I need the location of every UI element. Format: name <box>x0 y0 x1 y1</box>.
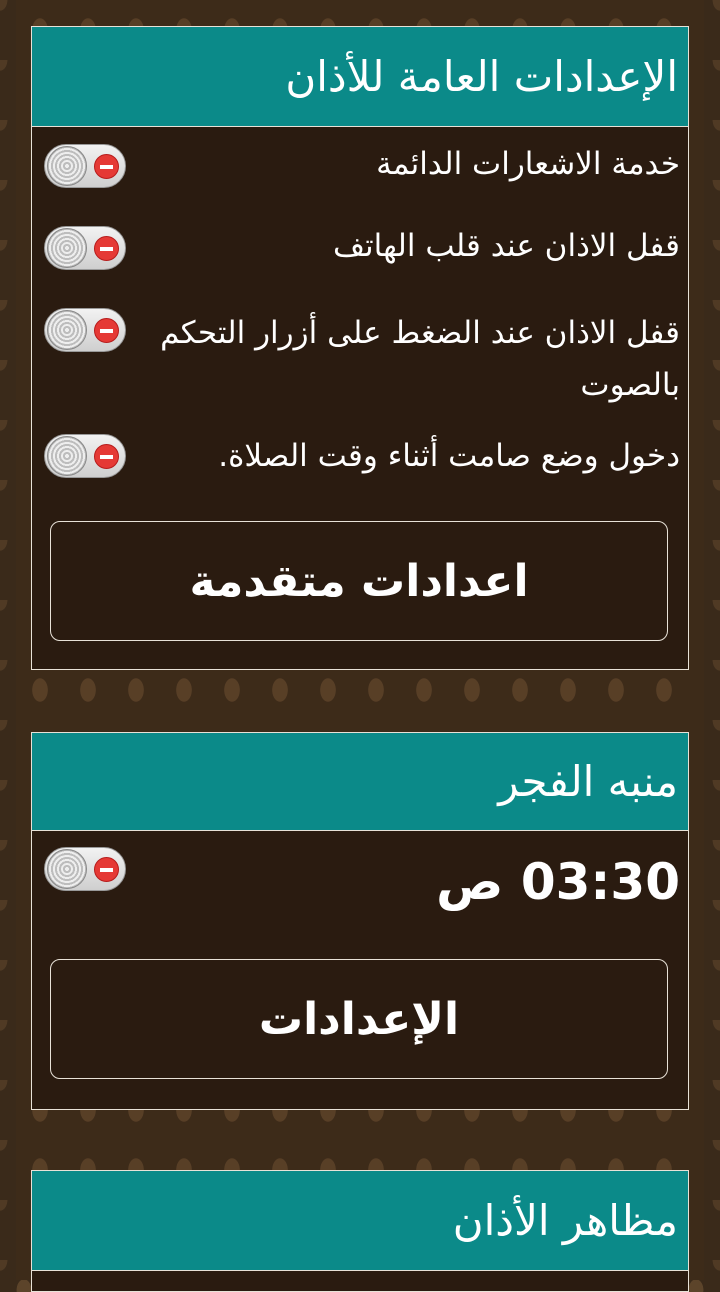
athan-appearance-title-text: مظاهر الأذان <box>452 1196 678 1245</box>
fajr-alarm-card: منبه الفجر 03:30 ص الإعدادات <box>31 732 689 1110</box>
athan-appearance-title: مظاهر الأذان <box>32 1171 688 1271</box>
toggle-knob-icon <box>47 310 87 350</box>
toggle-knob-icon <box>47 436 87 476</box>
general-settings-title-text: الإعدادات العامة للأذان <box>285 52 678 101</box>
setting-row-flip-mute: قفل الاذان عند قلب الهاتف <box>32 221 688 281</box>
alarm-time-value: 03:30 <box>520 853 680 911</box>
fajr-alarm-time[interactable]: 03:30 ص <box>436 853 680 911</box>
toggle-knob-icon <box>47 146 87 186</box>
setting-row-silent-during-prayer: دخول وضع صامت أثناء وقت الصلاة. <box>32 429 688 489</box>
volume-keys-mute-toggle[interactable] <box>44 308 126 352</box>
fajr-settings-button[interactable]: الإعدادات <box>50 959 668 1079</box>
advanced-settings-button[interactable]: اعدادات متقدمة <box>50 521 668 641</box>
persistent-notification-toggle[interactable] <box>44 144 126 188</box>
fajr-alarm-time-row: 03:30 ص <box>32 843 688 923</box>
general-settings-title: الإعدادات العامة للأذان <box>32 27 688 127</box>
general-settings-card: الإعدادات العامة للأذان خدمة الاشعارات ا… <box>31 26 689 670</box>
setting-row-volume-keys-mute: قفل الاذان عند الضغط على أزرار التحكم با… <box>32 303 688 403</box>
alarm-period: ص <box>436 853 504 911</box>
off-indicator-icon <box>94 857 119 882</box>
fajr-alarm-title-text: منبه الفجر <box>498 757 678 806</box>
setting-label-flip-mute: قفل الاذان عند قلب الهاتف <box>332 228 680 264</box>
fajr-alarm-title: منبه الفجر <box>32 733 688 831</box>
setting-row-persistent-notification: خدمة الاشعارات الدائمة <box>32 139 688 199</box>
toggle-knob-icon <box>47 228 87 268</box>
athan-appearance-card: مظاهر الأذان <box>31 1170 689 1292</box>
setting-label-silent-during-prayer: دخول وضع صامت أثناء وقت الصلاة. <box>218 438 680 474</box>
setting-label-persistent-notification: خدمة الاشعارات الدائمة <box>376 146 680 182</box>
flip-mute-toggle[interactable] <box>44 226 126 270</box>
off-indicator-icon <box>94 236 119 261</box>
setting-label-volume-keys-mute: قفل الاذان عند الضغط على أزرار التحكم با… <box>160 315 680 403</box>
toggle-knob-icon <box>47 849 87 889</box>
fajr-alarm-toggle[interactable] <box>44 847 126 891</box>
silent-during-prayer-toggle[interactable] <box>44 434 126 478</box>
off-indicator-icon <box>94 154 119 179</box>
off-indicator-icon <box>94 318 119 343</box>
off-indicator-icon <box>94 444 119 469</box>
